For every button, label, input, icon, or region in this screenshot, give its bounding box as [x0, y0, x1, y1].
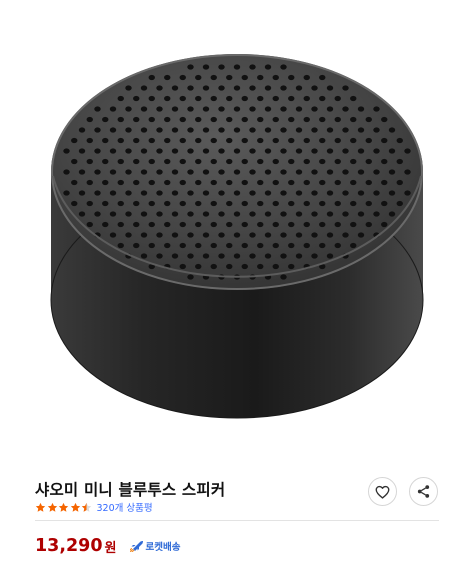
star-full-icon: [70, 502, 80, 512]
product-image[interactable]: [0, 0, 474, 455]
bluetooth-speaker-image: [50, 54, 424, 419]
share-button[interactable]: [409, 477, 438, 506]
product-title: 샤오미 미니 블루투스 스피커: [35, 481, 226, 499]
heart-icon: [375, 485, 390, 499]
star-rating: [35, 502, 93, 513]
star-full-icon: [58, 502, 69, 512]
rating-row[interactable]: 320개 상품평: [35, 499, 153, 515]
rocket-delivery-badge: 로켓배송: [129, 539, 181, 553]
like-button[interactable]: [368, 477, 397, 506]
review-count-link[interactable]: 320개 상품평: [97, 500, 153, 514]
price-row: 13,290 원 로켓배송: [35, 535, 180, 557]
star-full-icon: [35, 502, 46, 512]
star-full-icon: [47, 502, 57, 512]
divider: [35, 520, 439, 521]
rocket-delivery-label: 로켓배송: [145, 542, 181, 553]
product-page: 샤오미 미니 블루투스 스피커 320개 상품평 13,290 원 로켓배송: [0, 0, 474, 577]
rocket-icon: [129, 541, 143, 552]
currency-unit: 원: [104, 540, 117, 556]
sale-price: 13,290: [35, 536, 103, 556]
star-half-icon: [81, 502, 92, 512]
share-icon: [417, 485, 430, 498]
product-info-panel: 샤오미 미니 블루투스 스피커 320개 상품평 13,290 원 로켓배송: [0, 455, 474, 577]
